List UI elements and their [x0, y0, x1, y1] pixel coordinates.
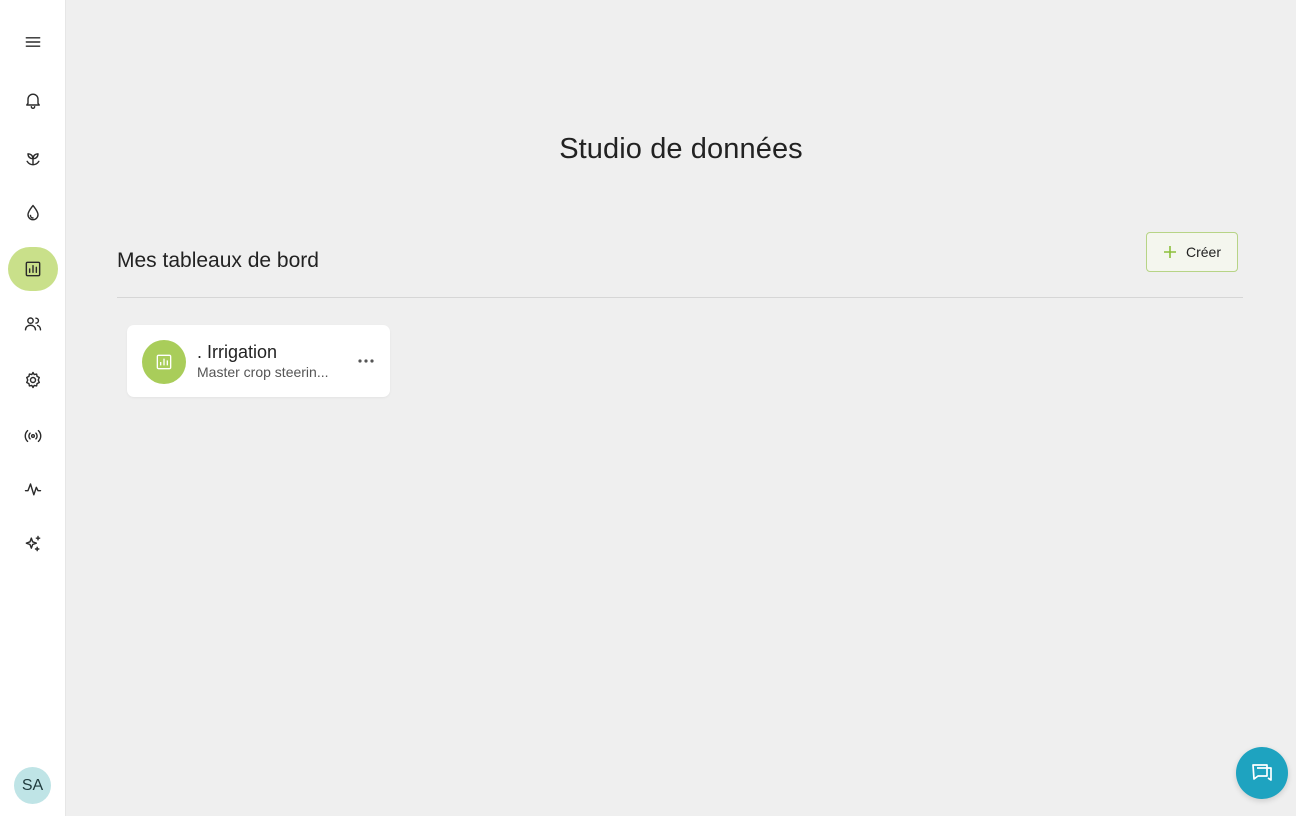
menu-button[interactable] [8, 20, 58, 64]
hamburger-menu-icon [25, 37, 41, 47]
sidebar-item-data-studio[interactable] [8, 247, 58, 291]
create-button[interactable]: Créer [1146, 232, 1238, 272]
dashboard-card-title: . Irrigation [197, 342, 278, 362]
water-drop-icon [27, 204, 39, 221]
activity-icon [24, 483, 42, 496]
gear-icon [26, 371, 40, 389]
sidebar-item-analytics[interactable] [8, 467, 58, 511]
bar-chart-icon [25, 261, 41, 277]
more-options-icon[interactable] [355, 352, 377, 370]
bar-chart-icon [156, 354, 172, 370]
sidebar-item-notifications[interactable] [8, 78, 58, 122]
sprout-icon [26, 153, 40, 166]
bell-icon [26, 93, 40, 109]
sidebar-item-irrigation[interactable] [8, 191, 58, 235]
sidebar-item-sensors[interactable] [8, 414, 58, 458]
page-title: Studio de données [559, 133, 803, 165]
dashboard-card-icon [142, 340, 186, 384]
avatar[interactable]: SA [14, 767, 51, 804]
users-icon [24, 317, 42, 331]
create-button-label: Créer [1185, 244, 1221, 260]
main-content: Studio de données Mes tableaux de bord C… [66, 0, 1296, 816]
section-title: Mes tableaux de bord [117, 249, 319, 272]
sidebar-item-ai[interactable] [8, 522, 58, 566]
sidebar-item-settings[interactable] [8, 358, 58, 402]
sidebar-item-users[interactable] [8, 302, 58, 346]
dashboard-card-subtitle: Master crop steerin... [197, 364, 329, 380]
chat-icon [1252, 764, 1272, 781]
chat-button[interactable] [1236, 747, 1288, 799]
broadcast-icon [24, 429, 42, 443]
plus-icon [1163, 246, 1176, 258]
dashboard-card[interactable]: . Irrigation Master crop steerin... [127, 325, 390, 397]
sparkles-icon [25, 535, 41, 552]
sidebar-item-crops[interactable] [8, 136, 58, 180]
sidebar: SA [0, 0, 66, 816]
section-divider [117, 297, 1243, 298]
